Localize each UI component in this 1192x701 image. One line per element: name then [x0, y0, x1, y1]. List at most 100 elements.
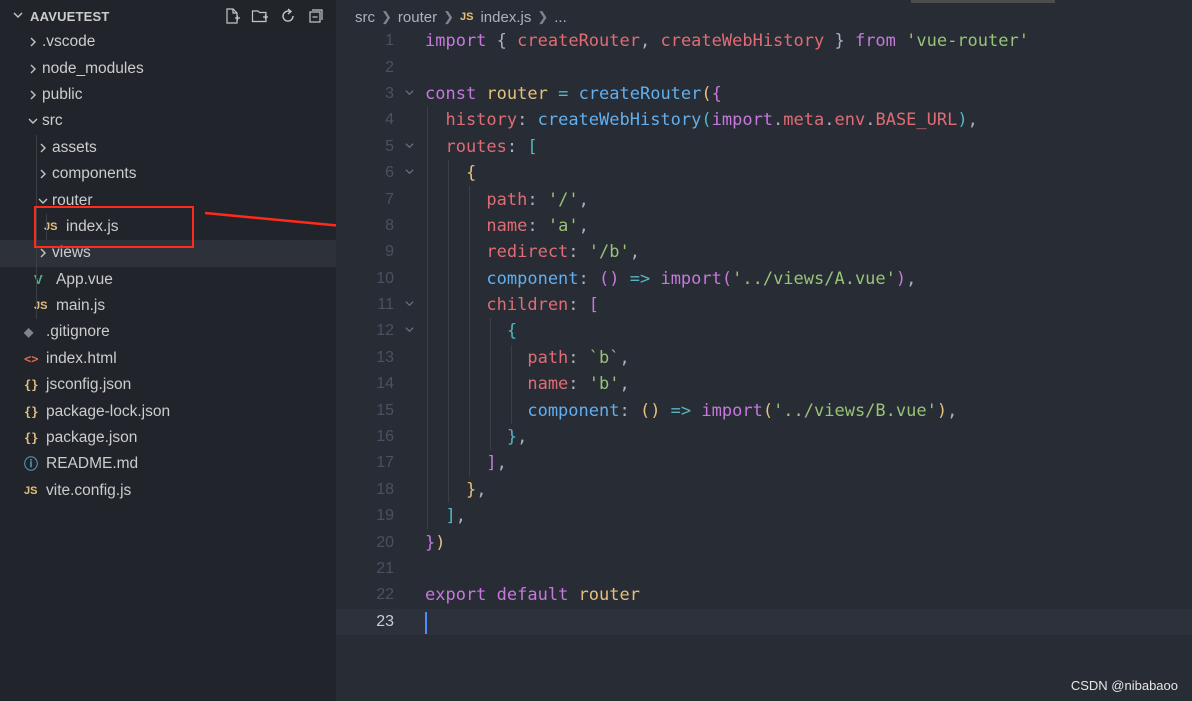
- code-text: component: () => import('../views/B.vue'…: [425, 401, 957, 421]
- file-item[interactable]: {} package.json: [0, 425, 336, 451]
- explorer-title: AAVUETEST: [30, 8, 110, 24]
- line-number: 20: [376, 533, 394, 551]
- code-token: ,: [517, 427, 528, 448]
- code-token: ]: [425, 506, 456, 527]
- code-line[interactable]: 15 component: () => import('../views/B.v…: [336, 397, 1192, 424]
- code-token: :: [578, 268, 589, 289]
- tree-item-label: assets: [52, 138, 97, 156]
- collapse-all-icon[interactable]: [306, 6, 326, 26]
- code-line[interactable]: 23: [336, 608, 1192, 635]
- line-number: 13: [376, 348, 394, 366]
- code-line[interactable]: 9 redirect: '/b',: [336, 239, 1192, 266]
- folder-item[interactable]: .vscode: [0, 29, 336, 55]
- folder-item[interactable]: node_modules: [0, 55, 336, 81]
- code-line[interactable]: 20}): [336, 529, 1192, 555]
- folder-item[interactable]: public: [0, 82, 336, 108]
- chevron-right-icon: ❯: [381, 9, 392, 24]
- refresh-icon[interactable]: [278, 6, 298, 26]
- code-token: ,: [496, 453, 507, 474]
- new-file-icon[interactable]: [222, 6, 242, 26]
- breadcrumb-item-symbol[interactable]: ...: [554, 9, 567, 26]
- code-line[interactable]: 11 children: [: [336, 291, 1192, 319]
- file-item[interactable]: ⓘ README.md: [0, 451, 336, 477]
- line-number: 7: [385, 190, 394, 208]
- folder-item[interactable]: assets: [0, 134, 336, 161]
- code-area[interactable]: 1 import { createRouter, createWebHistory…: [336, 28, 1192, 635]
- code-line[interactable]: 10 component: () => import('../views/A.v…: [336, 265, 1192, 292]
- fold-chevron-icon[interactable]: [404, 87, 415, 101]
- code-token: component: [425, 268, 579, 289]
- line-number: 1: [385, 32, 394, 50]
- code-token: ,: [476, 479, 487, 500]
- code-text: },: [425, 479, 487, 500]
- code-token: }: [425, 479, 477, 500]
- line-number: 6: [385, 164, 394, 182]
- code-line[interactable]: 19 ],: [336, 503, 1192, 530]
- code-token: {: [496, 31, 507, 52]
- chevron-right-icon[interactable]: [24, 89, 42, 101]
- code-token: :: [517, 110, 528, 131]
- file-item[interactable]: ◆ .gitignore: [0, 319, 336, 345]
- tree-item-label: App.vue: [56, 270, 113, 288]
- code-line[interactable]: 16 },: [336, 423, 1192, 451]
- js-icon: JS: [460, 11, 474, 23]
- tree-item-label: package-lock.json: [46, 402, 171, 420]
- code-line[interactable]: 6 {: [336, 159, 1192, 187]
- code-token: ,: [629, 242, 640, 263]
- code-line[interactable]: 2: [336, 54, 1192, 80]
- line-number: 3: [385, 84, 394, 102]
- chevron-right-icon: ❯: [443, 9, 454, 24]
- code-text: component: () => import('../views/A.vue'…: [425, 269, 916, 289]
- fold-chevron-icon[interactable]: [404, 140, 415, 154]
- breadcrumb-item-router[interactable]: router: [398, 9, 437, 26]
- code-token: [: [517, 136, 538, 157]
- code-token: :: [527, 189, 538, 210]
- file-item[interactable]: {} jsconfig.json: [0, 372, 336, 398]
- code-line[interactable]: 1 import { createRouter, createWebHistory…: [336, 28, 1192, 54]
- breadcrumb-item-file[interactable]: index.js: [480, 9, 531, 26]
- folder-item[interactable]: src: [0, 108, 336, 134]
- code-line[interactable]: 7 path: '/',: [336, 186, 1192, 213]
- code-text: export default router: [425, 585, 640, 605]
- code-editor[interactable]: src ❯ router ❯ JS index.js ❯ ... 1 import…: [336, 0, 1192, 701]
- code-token: ,: [578, 215, 589, 236]
- code-line[interactable]: 21: [336, 556, 1192, 582]
- code-text: path: '/',: [425, 189, 588, 210]
- fold-chevron-icon[interactable]: [404, 298, 415, 312]
- code-token: component: [425, 400, 620, 421]
- line-number: 8: [385, 216, 394, 234]
- file-item[interactable]: JS vite.config.js: [0, 478, 336, 504]
- code-line[interactable]: 18 },: [336, 476, 1192, 504]
- chevron-right-icon[interactable]: [24, 36, 42, 48]
- file-item[interactable]: JS main.js: [0, 292, 336, 320]
- fold-chevron-icon[interactable]: [404, 166, 415, 180]
- line-number: 19: [376, 507, 394, 525]
- code-text: name: 'b',: [425, 374, 629, 394]
- file-item[interactable]: <> index.html: [0, 346, 336, 372]
- tree-item-label: src: [42, 112, 63, 130]
- tree-item-label: components: [52, 165, 137, 183]
- chevron-down-icon[interactable]: [24, 115, 42, 127]
- line-number: 17: [376, 454, 394, 472]
- code-line[interactable]: 17 ],: [336, 450, 1192, 477]
- code-line[interactable]: 8 name: 'a',: [336, 212, 1192, 240]
- chevron-right-icon[interactable]: [24, 63, 42, 75]
- code-line[interactable]: 3 const router = createRouter({: [336, 81, 1192, 107]
- folder-item[interactable]: components: [0, 160, 336, 188]
- fold-chevron-icon[interactable]: [404, 324, 415, 338]
- code-token: (: [701, 83, 712, 104]
- tree-item-label: jsconfig.json: [46, 376, 132, 394]
- tree-item-label: public: [42, 85, 83, 103]
- code-line[interactable]: 4 history: createWebHistory(import.meta.…: [336, 107, 1192, 134]
- file-item[interactable]: V App.vue: [0, 266, 336, 293]
- code-line[interactable]: 5 routes: [: [336, 133, 1192, 160]
- code-line[interactable]: 22 export default router: [336, 582, 1192, 608]
- new-folder-icon[interactable]: [250, 6, 270, 26]
- tree-item-label: node_modules: [42, 59, 144, 77]
- chevron-right-icon: ❯: [537, 9, 549, 24]
- file-item[interactable]: {} package-lock.json: [0, 398, 336, 424]
- code-line[interactable]: 12 {: [336, 318, 1192, 345]
- code-line[interactable]: 13 path: `b`,: [336, 344, 1192, 372]
- code-line[interactable]: 14 name: 'b',: [336, 371, 1192, 398]
- breadcrumb-item-src[interactable]: src: [355, 9, 375, 26]
